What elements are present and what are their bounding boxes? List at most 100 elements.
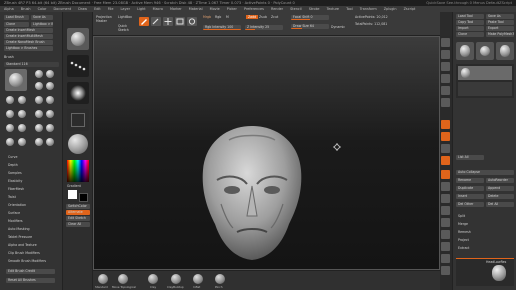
scroll-button[interactable]	[441, 62, 450, 71]
brush-thumb-icon[interactable]	[46, 82, 54, 90]
current-tool-thumbnail[interactable]	[456, 42, 474, 60]
alpha-thumbnail[interactable]	[67, 82, 89, 104]
switch-color-button[interactable]: SwitchColor	[66, 204, 90, 209]
pinch-brush-icon[interactable]	[215, 274, 225, 284]
remesh-menu[interactable]: Remesh	[458, 230, 471, 234]
menu-macro[interactable]: Macro	[153, 7, 163, 11]
move-topological-brush-icon[interactable]	[118, 274, 128, 284]
export-tool-button[interactable]: Export	[486, 26, 514, 31]
zoom-button[interactable]	[441, 74, 450, 83]
menu-clip-brush-modifiers[interactable]: Clip Brush Modifiers	[8, 251, 40, 255]
menu-color[interactable]: Color	[38, 7, 47, 11]
edit-sketch-button[interactable]: Edit Sketch	[66, 216, 90, 221]
append-button[interactable]: Append	[486, 186, 514, 191]
scale-mode-button[interactable]	[175, 17, 185, 26]
draw-mode-button[interactable]	[151, 17, 161, 26]
lightbox-button[interactable]: LightBox	[118, 15, 132, 19]
focal-shift-slider[interactable]: Focal Shift 0	[291, 15, 329, 20]
menu-surface[interactable]: Surface	[8, 211, 20, 215]
lightbox-brushes-button[interactable]: Lightbox > Brushes	[31, 22, 53, 27]
menu-modifiers[interactable]: Modifiers	[8, 219, 23, 223]
menu-material[interactable]: Material	[189, 7, 203, 11]
menu-curve[interactable]: Curve	[8, 155, 17, 159]
stroke-thumbnail[interactable]	[67, 55, 89, 77]
menu-preferences[interactable]: Preferences	[244, 7, 264, 11]
menu-tablet-pressure[interactable]: Tablet Pressure	[8, 235, 32, 239]
brush-thumb-icon[interactable]	[46, 96, 54, 104]
del-other-button[interactable]: Del Other	[456, 202, 484, 207]
menu-alpha-and-texture[interactable]: Alpha and Texture	[8, 243, 37, 247]
menu-edit[interactable]: Edit	[94, 7, 101, 11]
menu-elasticity[interactable]: Elasticity	[8, 179, 22, 183]
move-mode-button[interactable]	[163, 17, 173, 26]
brush-thumb-icon[interactable]	[18, 96, 26, 104]
clone-tool-button[interactable]: Clone	[456, 32, 484, 37]
save-as-tool-button[interactable]: Save As	[486, 14, 514, 19]
m-button[interactable]: M	[226, 15, 229, 19]
color-picker[interactable]	[67, 160, 89, 182]
lsym-button[interactable]	[441, 156, 450, 165]
subtool-item[interactable]	[458, 82, 512, 96]
menu-layer[interactable]: Layer	[121, 7, 130, 11]
z-intensity-slider[interactable]: Z Intensity 25	[245, 25, 283, 30]
brush-thumb-icon[interactable]	[46, 124, 54, 132]
polyf-button[interactable]	[441, 230, 450, 239]
draw-size-slider[interactable]: Draw Size 64	[291, 24, 329, 29]
solo-button[interactable]	[441, 254, 450, 263]
clear-all-button[interactable]: Clear All	[66, 222, 90, 227]
inflat-brush-icon[interactable]	[193, 274, 203, 284]
brush-thumb-icon[interactable]	[46, 138, 54, 146]
transp-button[interactable]	[441, 242, 450, 251]
brush-thumb-icon[interactable]	[18, 124, 26, 132]
floor-button[interactable]	[441, 132, 450, 141]
brush-thumb-icon[interactable]	[35, 138, 43, 146]
menu-transform[interactable]: Transform	[360, 7, 377, 11]
brush-thumb-icon[interactable]	[35, 124, 43, 132]
list-all-button[interactable]: List All	[456, 155, 484, 160]
gradient-label[interactable]: Gradient	[67, 184, 81, 188]
delete-button[interactable]: Delete	[486, 194, 514, 199]
load-brush-button[interactable]: Load Brush	[4, 15, 29, 20]
brush-thumb-icon[interactable]	[46, 70, 54, 78]
rotate-view-button[interactable]	[441, 218, 450, 227]
brush-thumb-icon[interactable]	[6, 124, 14, 132]
local-button[interactable]	[441, 144, 450, 153]
spix-button[interactable]	[441, 50, 450, 59]
mrgb-button[interactable]: Mrgb	[203, 15, 211, 19]
rgb-button[interactable]: Rgb	[215, 15, 221, 19]
standard-brush-icon[interactable]	[98, 274, 108, 284]
menu-zscript[interactable]: Zscript	[404, 7, 416, 11]
move-view-button[interactable]	[441, 194, 450, 203]
menu-alpha[interactable]: Alpha	[4, 7, 14, 11]
rgb-intensity-slider[interactable]: Rgb Intensity 100	[203, 25, 241, 30]
insert-button[interactable]: Insert	[456, 194, 484, 199]
zadd-button[interactable]: Zadd	[246, 15, 259, 19]
secondary-color-swatch[interactable]	[79, 193, 88, 202]
copy-tool-button[interactable]: Copy Tool	[456, 20, 484, 25]
load-tool-button[interactable]: Load Tool	[456, 14, 484, 19]
aahalf-button[interactable]	[441, 98, 450, 107]
split-menu[interactable]: Split	[458, 214, 465, 218]
scale-view-button[interactable]	[441, 206, 450, 215]
zsub-button[interactable]: Zsub	[259, 15, 267, 19]
create-insertmultimesh-button[interactable]: Create InsertMultiMesh	[4, 34, 53, 39]
make-polymesh3d-button[interactable]: Make PolyMesh3D	[486, 32, 514, 37]
projection-master-button[interactable]: Projection Master	[96, 15, 116, 23]
brush-thumb-icon[interactable]	[46, 110, 54, 118]
texture-thumbnail[interactable]	[67, 109, 89, 131]
menu-depth[interactable]: Depth	[8, 163, 18, 167]
brush-thumb-icon[interactable]	[6, 110, 14, 118]
paste-tool-button[interactable]: Paste Tool	[486, 20, 514, 25]
brush-stroke-thumbnail[interactable]	[67, 28, 89, 50]
brush-thumb-icon[interactable]	[18, 110, 26, 118]
material-sphere-icon[interactable]	[68, 134, 88, 154]
brush-thumb-icon[interactable]	[18, 138, 26, 146]
dynamic-button[interactable]: Dynamic	[331, 25, 345, 29]
menu-smooth-brush-modifiers[interactable]: Smooth Brush Modifiers	[8, 259, 46, 263]
standard-brush-label[interactable]: Standard 116	[4, 62, 59, 67]
menu-auto-masking[interactable]: Auto Masking	[8, 227, 30, 231]
del-all-button[interactable]: Del All	[486, 202, 514, 207]
brush-thumb-icon[interactable]	[6, 138, 14, 146]
menu-texture[interactable]: Texture	[327, 7, 339, 11]
brush-thumb-icon[interactable]	[6, 96, 14, 104]
